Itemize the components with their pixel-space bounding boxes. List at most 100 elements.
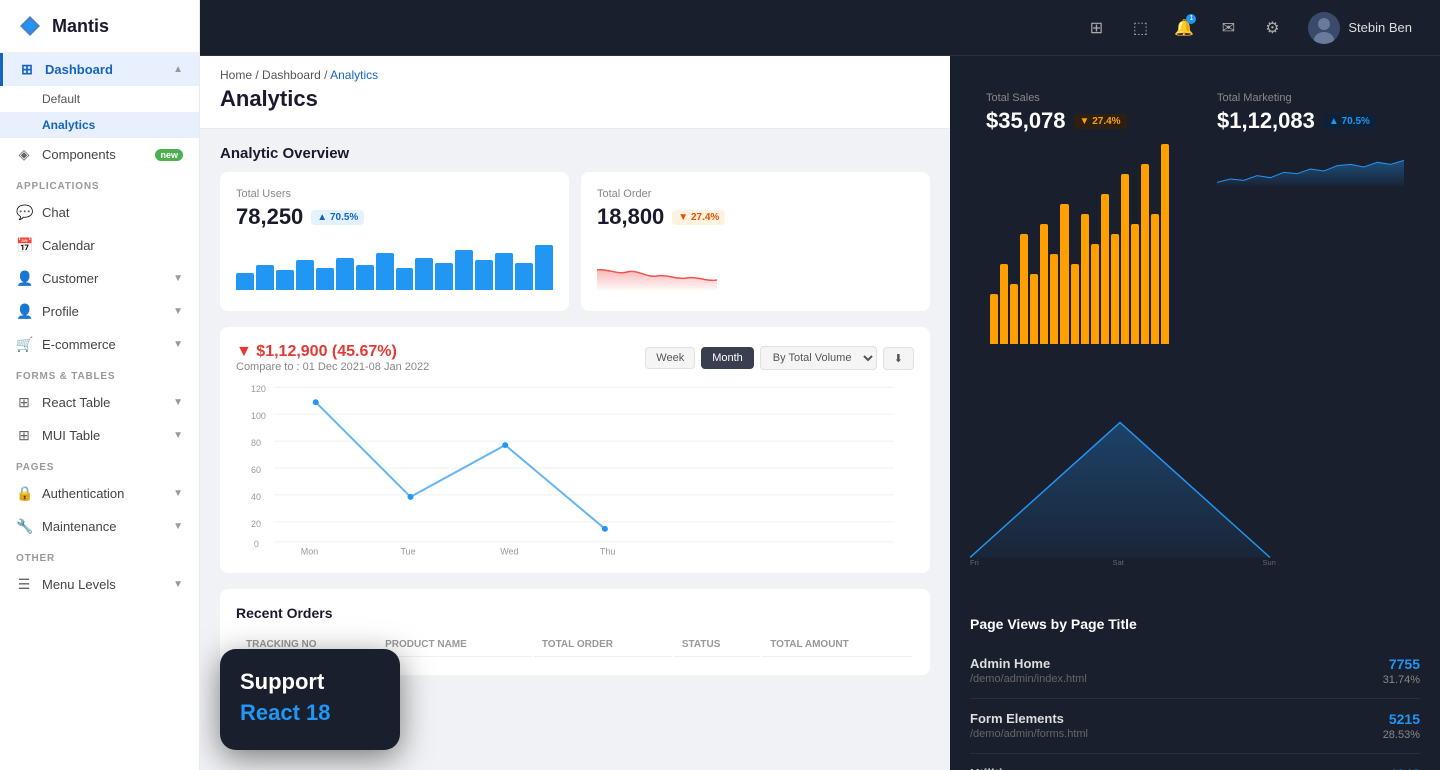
sidebar-logo[interactable]: Mantis — [0, 0, 199, 53]
sidebar-sub-analytics[interactable]: Analytics — [0, 112, 199, 138]
pv-row: Utilities /demo/admin/util.html 4848 25.… — [970, 766, 1420, 770]
breadcrumb-current: Analytics — [330, 68, 378, 82]
income-overview-section: ▼ $1,12,900 (45.67%) Compare to : 01 Dec… — [220, 327, 930, 573]
applications-section-label: Applications — [0, 171, 199, 196]
sidebar-item-calendar[interactable]: 📅 Calendar — [0, 229, 199, 262]
support-popup-subtitle: React 18 — [240, 700, 380, 726]
col-total-order: TOTAL ORDER — [534, 633, 672, 657]
sidebar-sub-default[interactable]: Default — [0, 86, 199, 112]
notification-icon[interactable]: 🔔 1 — [1168, 12, 1200, 44]
income-header: ▼ $1,12,900 (45.67%) Compare to : 01 Dec… — [236, 343, 914, 373]
sidebar-item-maintenance[interactable]: 🔧 Maintenance ▼ — [0, 510, 199, 543]
dark-stat-value-sales: $35,078 — [986, 108, 1066, 134]
pv-stats: 5215 28.53% — [1383, 711, 1420, 741]
settings-icon[interactable]: ⚙ — [1256, 12, 1288, 44]
chevron-down-icon: ▼ — [173, 579, 183, 590]
pv-percent: 28.53% — [1383, 729, 1420, 741]
pv-item-form-elements: Form Elements /demo/admin/forms.html 521… — [970, 699, 1420, 754]
week-button[interactable]: Week — [645, 347, 695, 369]
menu-icon: ☰ — [16, 576, 32, 593]
sidebar-item-react-table[interactable]: ⊞ React Table ▼ — [0, 386, 199, 419]
dark-stat-value-row-marketing: $1,12,083 ▲ 70.5% — [1217, 108, 1404, 134]
sidebar-item-menu-levels[interactable]: ☰ Menu Levels ▼ — [0, 568, 199, 601]
notification-count-badge: 1 — [1186, 14, 1196, 24]
income-value: ▼ $1,12,900 (45.67%) — [236, 343, 429, 361]
svg-text:20: 20 — [251, 519, 261, 529]
month-button[interactable]: Month — [701, 347, 754, 369]
stat-card-users: Total Users 78,250 ▲ 70.5% — [220, 172, 569, 311]
stat-value-users: 78,250 — [236, 204, 303, 230]
pages-section-label: Pages — [0, 452, 199, 477]
sidebar-item-label: E-commerce — [42, 337, 116, 352]
sidebar-item-dashboard[interactable]: ⊞ Dashboard ▲ — [0, 53, 199, 86]
fullscreen-icon[interactable]: ⬚ — [1124, 12, 1156, 44]
pv-info: Admin Home /demo/admin/index.html — [970, 656, 1087, 685]
income-chart-svg: 120 100 80 60 40 20 0 — [236, 377, 914, 557]
stat-label-users: Total Users — [236, 188, 553, 200]
breadcrumb-dashboard[interactable]: Dashboard — [262, 68, 321, 82]
customer-icon: 👤 — [16, 270, 32, 287]
pv-name: Admin Home — [970, 656, 1087, 671]
sidebar-item-ecommerce[interactable]: 🛒 E-commerce ▼ — [0, 328, 199, 361]
support-react18-popup[interactable]: Support React 18 — [220, 649, 400, 750]
sidebar-item-chat[interactable]: 💬 Chat — [0, 196, 199, 229]
dark-bar — [1030, 274, 1038, 344]
dark-bar — [1111, 234, 1119, 344]
sidebar: Mantis ⊞ Dashboard ▲ Default Analytics ◈… — [0, 0, 200, 770]
sidebar-item-mui-table[interactable]: ⊞ MUI Table ▼ — [0, 419, 199, 452]
bar — [455, 250, 473, 290]
dark-bar — [1020, 234, 1028, 344]
dark-bar — [1091, 244, 1099, 344]
breadcrumb: Home / Dashboard / Analytics — [220, 68, 930, 82]
svg-text:120: 120 — [251, 384, 266, 394]
mail-icon[interactable]: ✉ — [1212, 12, 1244, 44]
svg-text:Sat: Sat — [1113, 558, 1125, 567]
chevron-down-icon: ▼ — [173, 306, 183, 317]
bar — [495, 253, 513, 291]
grid-icon[interactable]: ⊞ — [1080, 12, 1112, 44]
pv-row: Form Elements /demo/admin/forms.html 521… — [970, 711, 1420, 741]
svg-text:80: 80 — [251, 438, 261, 448]
stat-value-row-users: 78,250 ▲ 70.5% — [236, 204, 553, 230]
dark-stat-cards: Total Sales $35,078 ▼ 27.4% — [950, 56, 1440, 380]
sidebar-item-customer[interactable]: 👤 Customer ▼ — [0, 262, 199, 295]
sidebar-item-components[interactable]: ◈ Components new — [0, 138, 199, 171]
dark-stat-badge-marketing: ▲ 70.5% — [1323, 114, 1376, 129]
dark-bar — [1060, 204, 1068, 344]
bar — [435, 263, 453, 291]
bar — [296, 260, 314, 290]
ecommerce-icon: 🛒 — [16, 336, 32, 353]
pv-name: Form Elements — [970, 711, 1088, 726]
pv-row: Admin Home /demo/admin/index.html 7755 3… — [970, 656, 1420, 686]
income-chart: 120 100 80 60 40 20 0 — [236, 377, 914, 557]
download-button[interactable]: ⬇ — [883, 347, 914, 370]
sidebar-item-label: Maintenance — [42, 519, 116, 534]
sidebar-item-label: MUI Table — [42, 428, 100, 443]
forms-tables-section-label: Forms & Tables — [0, 361, 199, 386]
svg-text:0: 0 — [254, 539, 259, 549]
sidebar-item-label: Components — [42, 147, 116, 162]
bar — [236, 273, 254, 291]
avatar — [1308, 12, 1340, 44]
chat-icon: 💬 — [16, 204, 32, 221]
dark-stat-label-sales: Total Sales — [986, 92, 1173, 104]
sidebar-item-label: Menu Levels — [42, 577, 116, 592]
user-profile[interactable]: Stebin Ben — [1300, 8, 1420, 48]
sidebar-item-profile[interactable]: 👤 Profile ▼ — [0, 295, 199, 328]
stat-label-orders: Total Order — [597, 188, 914, 200]
dark-stat-card-sales: Total Sales $35,078 ▼ 27.4% — [970, 76, 1189, 360]
pv-count: 4848 — [1383, 766, 1420, 770]
sidebar-item-authentication[interactable]: 🔒 Authentication ▼ — [0, 477, 199, 510]
chevron-down-icon: ▼ — [173, 339, 183, 350]
dark-bar — [1010, 284, 1018, 344]
react-table-icon: ⊞ — [16, 394, 32, 411]
volume-select[interactable]: By Total Volume — [760, 346, 877, 370]
bar — [396, 268, 414, 291]
breadcrumb-home[interactable]: Home — [220, 68, 252, 82]
col-product: PRODUCT NAME — [377, 633, 532, 657]
users-bar-chart — [236, 240, 553, 290]
bar — [356, 265, 374, 290]
bar — [336, 258, 354, 291]
pv-percent: 31.74% — [1383, 674, 1420, 686]
dark-stat-value-row-sales: $35,078 ▼ 27.4% — [986, 108, 1173, 134]
